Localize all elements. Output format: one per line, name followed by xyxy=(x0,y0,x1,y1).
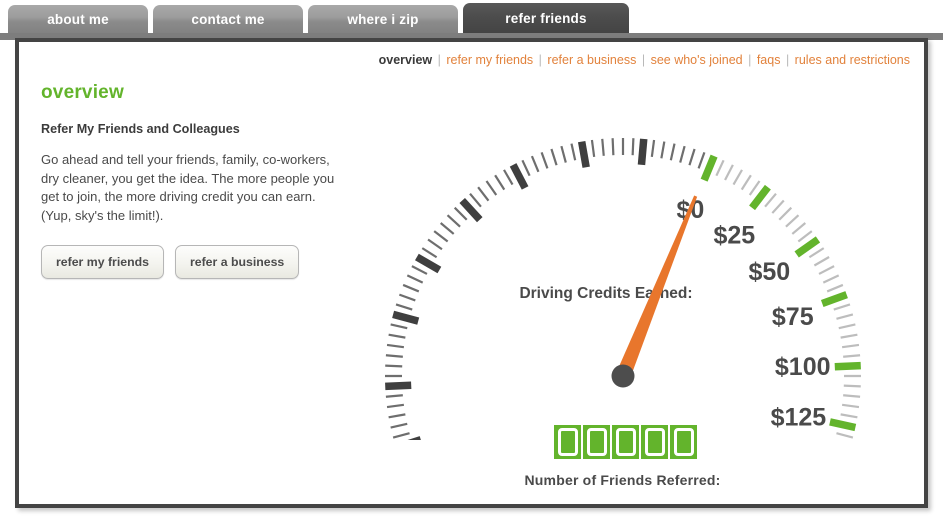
action-button-row: refer my friends refer a business xyxy=(41,245,361,279)
gauge-pivot xyxy=(611,364,635,388)
digit-glyph xyxy=(586,428,607,456)
section-nav-item-refer-a-business[interactable]: refer a business xyxy=(547,53,636,67)
tab-label: about me xyxy=(47,12,109,27)
tab-label: refer friends xyxy=(505,11,587,26)
odometer-digit xyxy=(583,425,610,459)
gauge-center-label: Driving Credits Earned: xyxy=(519,285,692,302)
refer-my-friends-button[interactable]: refer my friends xyxy=(41,245,164,279)
tab-contact-me[interactable]: contact me xyxy=(153,5,303,35)
section-nav-item-see-whos-joined[interactable]: see who's joined xyxy=(651,53,743,67)
section-nav-item-refer-my-friends[interactable]: refer my friends xyxy=(446,53,533,67)
nav-separator: | xyxy=(748,53,752,67)
nav-separator: | xyxy=(785,53,790,67)
gauge-zero-label: 0 xyxy=(449,436,461,440)
gauge-tick-labels: $0$25$50$75$100$125 xyxy=(677,196,831,431)
tab-label: where i zip xyxy=(347,12,419,27)
overview-column: overview Refer My Friends and Colleagues… xyxy=(41,82,361,279)
gauge-tick-label: $75 xyxy=(772,303,814,331)
section-nav-item-overview[interactable]: overview xyxy=(379,53,433,67)
digit-glyph xyxy=(557,428,578,456)
odometer-digit xyxy=(670,425,697,459)
digit-glyph xyxy=(615,428,636,456)
tab-refer-friends[interactable]: refer friends xyxy=(463,3,629,35)
nav-separator: | xyxy=(538,53,542,67)
digit-glyph xyxy=(644,428,665,456)
gauge-tick-label: $25 xyxy=(713,222,755,250)
friends-referred-counter xyxy=(554,425,697,459)
nav-separator: | xyxy=(437,53,441,67)
section-nav: overview | refer my friends | refer a bu… xyxy=(379,53,910,67)
section-subheading: Refer My Friends and Colleagues xyxy=(41,122,240,136)
refer-a-business-button[interactable]: refer a business xyxy=(174,245,300,279)
body-text: Go ahead and tell your friends, family, … xyxy=(41,152,335,223)
gauge-tick-label: $125 xyxy=(771,403,827,431)
odometer-digit xyxy=(554,425,581,459)
gauge-svg: $0$25$50$75$100$125 0 Driving Credits Ea… xyxy=(385,138,861,440)
gauge-tick-label: $100 xyxy=(775,353,831,381)
nav-separator: | xyxy=(641,53,646,67)
odometer-digit xyxy=(612,425,639,459)
gauge-tick-label: $50 xyxy=(748,258,790,286)
digit-glyph xyxy=(673,428,694,456)
tab-label: contact me xyxy=(191,12,265,27)
friends-referred-label-text: Number of Friends Referred: xyxy=(524,472,721,488)
friends-referred-label: Number of Friends Referred: xyxy=(0,472,943,488)
section-nav-item-rules-and-restrictions[interactable]: rules and restrictions xyxy=(795,53,910,67)
driving-credits-gauge: $0$25$50$75$100$125 0 Driving Credits Ea… xyxy=(355,85,900,440)
tab-about-me[interactable]: about me xyxy=(8,5,148,35)
tab-where-i-zip[interactable]: where i zip xyxy=(308,5,458,35)
page-title: overview xyxy=(41,82,124,103)
section-nav-item-faqs[interactable]: faqs xyxy=(757,53,781,67)
odometer-digit xyxy=(641,425,668,459)
